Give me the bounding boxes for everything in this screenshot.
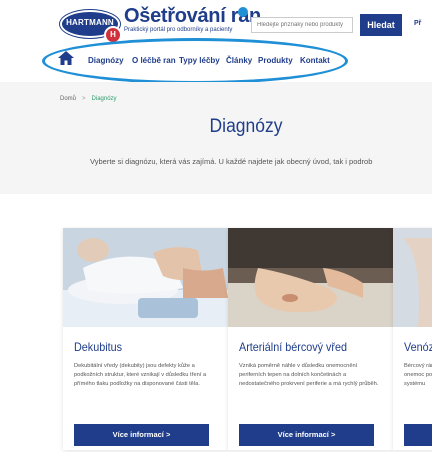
nav-item-produkty[interactable]: Produkty [258,56,293,65]
search-button[interactable]: Hledat [360,14,402,36]
nav-item-o-lecbe-ran[interactable]: O léčbě ran [132,56,176,65]
card-description: Vzniká poměrně náhle v důsledku onemocně… [239,363,379,387]
nav-item-diagnozy[interactable]: Diagnózy [88,56,124,65]
main-nav: Diagnózy O léčbě ran Typy léčby Články P… [0,38,432,84]
card-image-arterialni-vred [228,228,393,327]
page-title: Diagnózy [209,116,283,137]
card-image-venozni-vred [393,228,432,327]
hartmann-logo[interactable]: HARTMANN H [60,10,122,44]
card-title[interactable]: Arteriální bércový vřed [239,340,347,354]
diagnosis-card: Venóz Bércový ránou a onemoc postižen sy… [393,228,432,450]
more-info-button[interactable]: Více informací > [239,424,374,446]
nav-item-kontakt[interactable]: Kontakt [300,56,330,65]
card-image-dekubitus [63,228,228,327]
card-title[interactable]: Venóz [404,340,432,354]
card-title[interactable]: Dekubitus [74,340,122,354]
header-link-cut[interactable]: Př [414,20,421,27]
page-intro: Vyberte si diagnózu, která vás zajímá. U… [90,157,373,166]
diagnosis-card: Arteriální bércový vřed Vzniká poměrně n… [228,228,393,450]
breadcrumb-separator: > [82,96,86,102]
diagnosis-card: Dekubitus Dekubitální vředy (dekubity) j… [63,228,228,450]
breadcrumb-current: Diagnózy [91,96,117,102]
more-info-button[interactable] [404,424,432,446]
nav-item-clanky[interactable]: Články [226,56,252,65]
nav-item-typy-lecby[interactable]: Typy léčby [179,56,220,65]
home-icon[interactable] [58,51,74,65]
card-description: Dekubitální vředy (dekubity) jsou defekt… [74,363,207,387]
card-description: Bércový ránou a onemoc postižen systému [404,363,432,387]
more-info-button[interactable]: Více informací > [74,424,209,446]
breadcrumb: Domů > Diagnózy [60,96,117,102]
search-input[interactable] [251,17,353,33]
breadcrumb-home[interactable]: Domů [60,96,76,102]
annotation-dot [238,7,248,17]
site-tagline: Praktický portál pro odborníky a pacient… [124,27,233,33]
